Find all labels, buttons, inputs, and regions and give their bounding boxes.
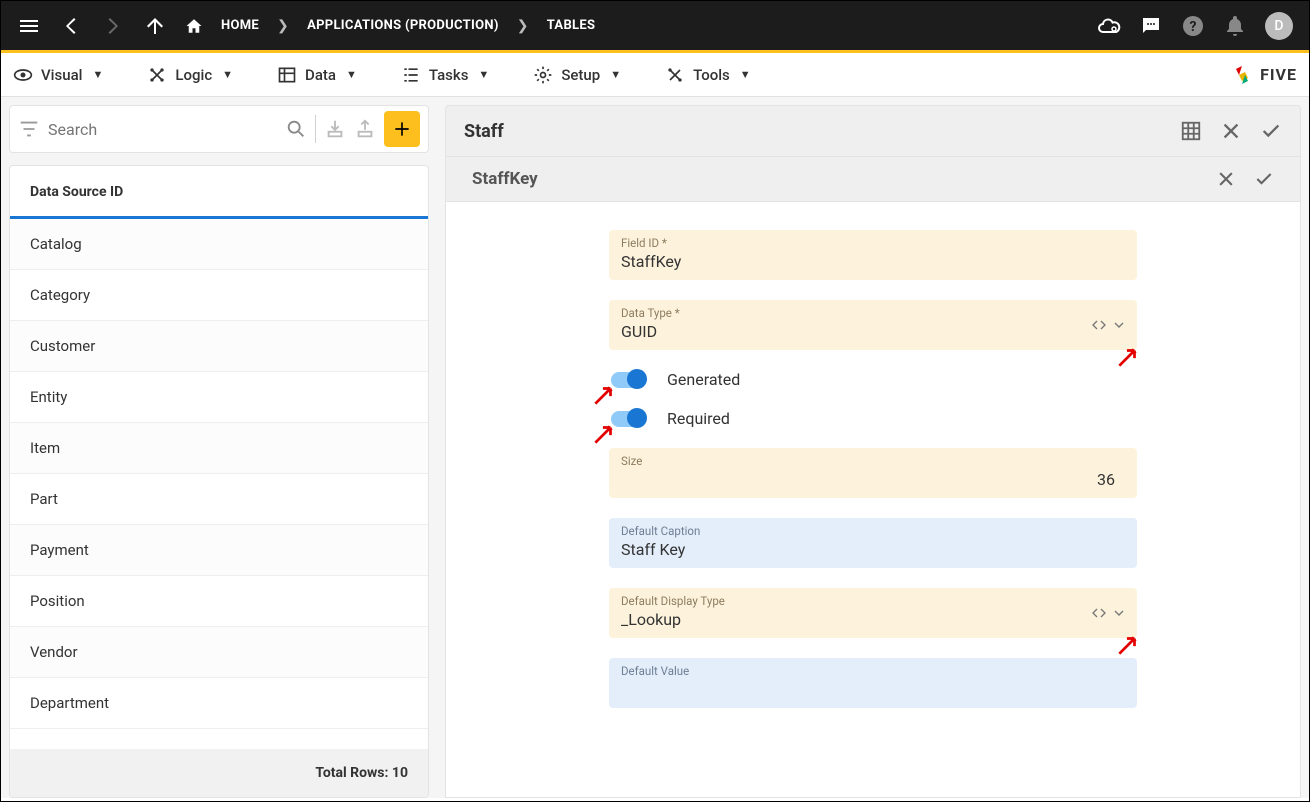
sub-header: StaffKey <box>445 157 1301 202</box>
field-default-caption[interactable]: Default Caption Staff Key <box>609 518 1137 568</box>
list-item[interactable]: Payment <box>10 525 428 576</box>
home-icon[interactable] <box>185 17 203 35</box>
avatar[interactable]: D <box>1265 12 1293 40</box>
add-button[interactable] <box>384 111 420 147</box>
close-icon[interactable] <box>1216 169 1236 189</box>
field-datatype[interactable]: Data Type * GUID <box>609 300 1137 350</box>
toggle-generated-row: Generated <box>609 370 1137 389</box>
list-item[interactable]: Category <box>10 270 428 321</box>
up-icon[interactable] <box>143 14 167 38</box>
field-label: Default Display Type <box>621 594 1125 608</box>
breadcrumb-tables[interactable]: TABLES <box>547 18 596 33</box>
bell-icon[interactable] <box>1223 14 1247 38</box>
field-label: Data Type * <box>621 306 1125 320</box>
menu-setup[interactable]: Setup▼ <box>533 65 621 85</box>
sub-title: StaffKey <box>472 169 538 189</box>
breadcrumb-home[interactable]: HOME <box>221 18 259 33</box>
main-panel: Staff StaffKey Field ID * StaffKey <box>433 97 1309 798</box>
code-icon[interactable] <box>1091 605 1107 621</box>
list-item[interactable]: Catalog <box>10 219 428 270</box>
list-item[interactable]: Item <box>10 423 428 474</box>
field-display-type[interactable]: Default Display Type _Lookup <box>609 588 1137 638</box>
breadcrumb: HOME ❯ APPLICATIONS (PRODUCTION) ❯ TABLE… <box>185 17 595 35</box>
list-item[interactable]: Department <box>10 678 428 729</box>
field-default-value[interactable]: Default Value <box>609 658 1137 708</box>
search-icon[interactable] <box>285 118 307 140</box>
field-label: Default Value <box>621 664 1125 678</box>
forward-icon <box>101 14 125 38</box>
cloud-config-icon[interactable] <box>1097 14 1121 38</box>
field-fieldid[interactable]: Field ID * StaffKey <box>609 230 1137 280</box>
menu-data[interactable]: Data▼ <box>277 65 357 85</box>
panel-title: Staff <box>464 121 504 142</box>
list-item[interactable]: Entity <box>10 372 428 423</box>
field-value: _Lookup <box>621 610 1125 630</box>
export-icon[interactable] <box>354 118 376 140</box>
chevron-down-icon[interactable] <box>1111 605 1127 621</box>
list-item[interactable]: Customer <box>10 321 428 372</box>
form-area: Field ID * StaffKey Data Type * GUID <box>445 202 1301 798</box>
help-icon[interactable]: ? <box>1181 14 1205 38</box>
menu-visual[interactable]: Visual▼ <box>13 65 103 85</box>
list-item[interactable]: Part <box>10 474 428 525</box>
search-input[interactable] <box>48 120 277 139</box>
chevron-down-icon[interactable] <box>1111 317 1127 333</box>
svg-text:?: ? <box>1190 19 1197 35</box>
topbar: HOME ❯ APPLICATIONS (PRODUCTION) ❯ TABLE… <box>1 1 1309 53</box>
sidebar: Data Source ID Catalog Category Customer… <box>1 97 433 798</box>
field-label: Default Caption <box>621 524 1125 538</box>
field-value: StaffKey <box>621 252 1125 272</box>
list-footer: Total Rows: 10 <box>10 749 428 797</box>
field-size[interactable]: Size 36 <box>609 448 1137 498</box>
list-header[interactable]: Data Source ID <box>10 166 428 219</box>
check-icon[interactable] <box>1254 169 1274 189</box>
back-icon[interactable] <box>59 14 83 38</box>
toggle-label: Generated <box>667 370 740 389</box>
chevron-right-icon: ❯ <box>277 18 289 34</box>
import-icon[interactable] <box>324 118 346 140</box>
filter-icon[interactable] <box>18 118 40 140</box>
menu-tools[interactable]: Tools▼ <box>665 65 751 85</box>
menu-logic[interactable]: Logic▼ <box>147 65 233 85</box>
toggle-required[interactable] <box>611 411 645 427</box>
grid-icon[interactable] <box>1180 120 1202 142</box>
field-value: 36 <box>621 470 1125 490</box>
check-icon[interactable] <box>1260 120 1282 142</box>
toggle-required-row: Required <box>609 409 1137 428</box>
menu-icon[interactable] <box>17 14 41 38</box>
toggle-label: Required <box>667 409 730 428</box>
chevron-right-icon: ❯ <box>517 18 529 34</box>
field-label: Field ID * <box>621 236 1125 250</box>
field-value: Staff Key <box>621 540 1125 560</box>
field-label: Size <box>621 454 1125 468</box>
menubar: Visual▼ Logic▼ Data▼ Tasks▼ Setup▼ Tools… <box>1 53 1309 97</box>
list-item[interactable]: Vendor <box>10 627 428 678</box>
list-item[interactable]: Position <box>10 576 428 627</box>
menu-tasks[interactable]: Tasks▼ <box>401 65 489 85</box>
chat-icon[interactable] <box>1139 14 1163 38</box>
logo: FIVE <box>1230 63 1297 87</box>
close-icon[interactable] <box>1220 120 1242 142</box>
code-icon[interactable] <box>1091 317 1107 333</box>
field-value <box>621 680 1125 700</box>
search-row <box>9 105 429 153</box>
data-source-list: Data Source ID Catalog Category Customer… <box>9 165 429 798</box>
panel-header: Staff <box>445 105 1301 157</box>
field-value: GUID <box>621 322 1125 342</box>
toggle-generated[interactable] <box>611 372 645 388</box>
breadcrumb-applications[interactable]: APPLICATIONS (PRODUCTION) <box>307 18 499 33</box>
